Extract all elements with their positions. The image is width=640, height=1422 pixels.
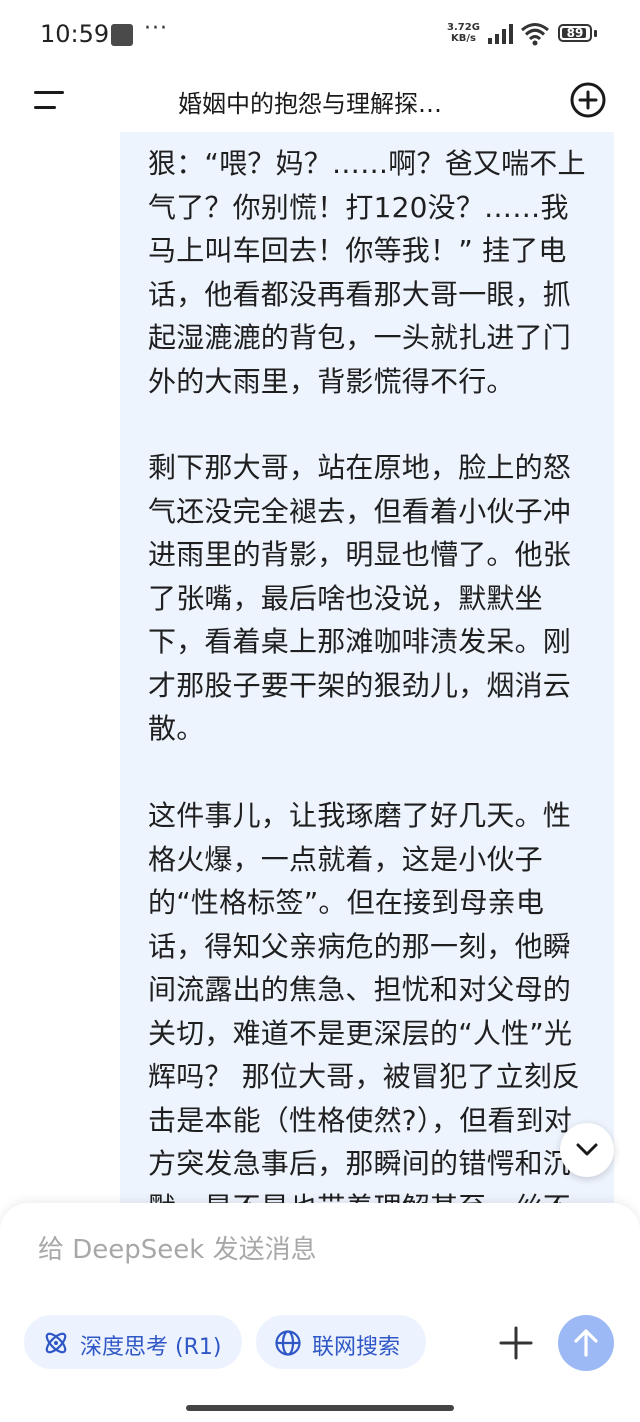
message-paragraph: 狠：“喂？妈？……啊？爸又喘不上气了？你别慌！打120没？……我马上叫车回去！你… xyxy=(148,147,586,398)
atom-icon xyxy=(45,1332,67,1354)
status-time: 10:59 xyxy=(40,20,110,48)
web-search-label: 联网搜索 xyxy=(312,1335,401,1360)
network-speed-unit-top: G xyxy=(471,22,480,33)
notification-app-icon xyxy=(111,24,133,46)
battery-level: 89 xyxy=(566,26,584,40)
status-bar: 10:59 ··· 3.72G KB/s 89 xyxy=(0,0,640,70)
new-chat-icon[interactable] xyxy=(568,80,608,120)
menu-icon[interactable] xyxy=(30,86,70,116)
network-speed-unit: KB/s xyxy=(450,33,476,44)
network-speed: 3.72G KB/s xyxy=(447,22,480,44)
app-header: 婚姻中的抱怨与理解探… xyxy=(0,70,640,130)
message-paragraph: 剩下那大哥，站在原地，脸上的怒气还没完全褪去，但看着小伙子冲进雨里的背影，明显也… xyxy=(148,451,572,745)
battery-icon: 89 xyxy=(558,24,592,42)
wifi-icon xyxy=(521,23,549,46)
message-paragraph: 这件事儿，让我琢磨了好几天。性格火爆，一点就着，这是小伙子的“性格标签”。但在接… xyxy=(148,799,581,1224)
deep-think-label: 深度思考 (R1) xyxy=(80,1335,222,1360)
conversation-title[interactable]: 婚姻中的抱怨与理解探… xyxy=(178,84,442,119)
network-speed-value: 3.72 xyxy=(447,22,472,33)
more-notifications-icon: ··· xyxy=(144,16,168,41)
composer-panel: 深度思考 (R1) 联网搜索 xyxy=(0,1203,640,1422)
deep-think-button[interactable]: 深度思考 (R1) xyxy=(24,1315,242,1369)
chevron-down-icon xyxy=(576,1143,598,1156)
message-input[interactable] xyxy=(38,1235,558,1265)
home-indicator[interactable] xyxy=(186,1405,454,1411)
plus-icon[interactable] xyxy=(496,1323,536,1363)
web-search-button[interactable]: 联网搜索 xyxy=(256,1315,426,1369)
cellular-signal-icon xyxy=(488,24,513,44)
send-button[interactable] xyxy=(558,1315,614,1371)
arrow-up-icon xyxy=(574,1329,598,1357)
scroll-to-bottom-button[interactable] xyxy=(560,1123,614,1177)
globe-icon xyxy=(275,1330,301,1356)
